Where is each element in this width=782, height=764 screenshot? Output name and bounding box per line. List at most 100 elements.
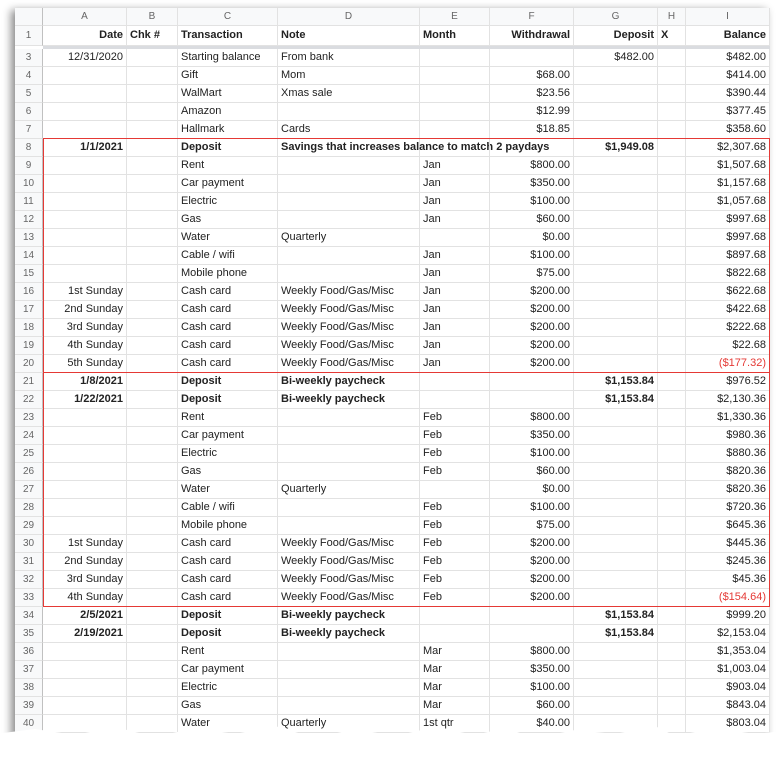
cell-month[interactable] (420, 607, 490, 625)
cell-date[interactable] (43, 103, 127, 121)
cell-note[interactable]: Weekly Food/Gas/Misc (278, 571, 420, 589)
cell-note[interactable]: Cards (278, 121, 420, 139)
cell-deposit[interactable] (574, 157, 658, 175)
cell-x[interactable] (658, 355, 686, 373)
cell-balance[interactable]: $843.04 (686, 697, 770, 715)
cell-date[interactable] (43, 193, 127, 211)
cell-month[interactable]: Jan (420, 355, 490, 373)
row-header[interactable]: 23 (15, 409, 43, 427)
cell-deposit[interactable] (574, 265, 658, 283)
cell-note[interactable]: Xmas sale (278, 85, 420, 103)
row-header[interactable]: 20 (15, 355, 43, 373)
cell-date[interactable]: 2nd Sunday (43, 553, 127, 571)
cell-withdrawal[interactable] (490, 391, 574, 409)
cell-month[interactable]: Mar (420, 697, 490, 715)
cell-note[interactable] (278, 247, 420, 265)
cell-x[interactable] (658, 67, 686, 85)
header-cell-transaction[interactable]: Transaction (178, 26, 278, 46)
cell-date[interactable]: 1st Sunday (43, 535, 127, 553)
cell-x[interactable] (658, 481, 686, 499)
cell-balance[interactable]: $390.44 (686, 85, 770, 103)
row-header[interactable]: 10 (15, 175, 43, 193)
cell-x[interactable] (658, 175, 686, 193)
cell-date[interactable]: 2/5/2021 (43, 607, 127, 625)
cell-chk[interactable] (127, 463, 178, 481)
cell-withdrawal[interactable] (490, 49, 574, 67)
cell-withdrawal[interactable] (490, 625, 574, 643)
column-header-g[interactable]: G (574, 8, 658, 26)
cell-month[interactable]: Feb (420, 427, 490, 445)
cell-month[interactable]: Feb (420, 445, 490, 463)
cell-note[interactable] (278, 103, 420, 121)
cell-note[interactable]: Weekly Food/Gas/Misc (278, 589, 420, 607)
cell-chk[interactable] (127, 139, 178, 157)
cell-withdrawal[interactable] (490, 607, 574, 625)
cell-month[interactable]: Jan (420, 175, 490, 193)
cell-deposit[interactable] (574, 175, 658, 193)
cell-x[interactable] (658, 463, 686, 481)
cell-note[interactable] (278, 409, 420, 427)
cell-x[interactable] (658, 139, 686, 157)
cell-withdrawal[interactable]: $800.00 (490, 157, 574, 175)
header-cell-note[interactable]: Note (278, 26, 420, 46)
row-header[interactable]: 35 (15, 625, 43, 643)
cell-date[interactable] (43, 517, 127, 535)
cell-month[interactable]: Mar (420, 679, 490, 697)
cell-chk[interactable] (127, 661, 178, 679)
cell-x[interactable] (658, 247, 686, 265)
cell-balance[interactable]: $2,130.36 (686, 391, 770, 409)
cell-month[interactable]: Feb (420, 589, 490, 607)
cell-withdrawal[interactable]: $100.00 (490, 445, 574, 463)
row-header[interactable]: 4 (15, 67, 43, 85)
cell-transaction[interactable]: Deposit (178, 625, 278, 643)
cell-balance[interactable]: $22.68 (686, 337, 770, 355)
row-header[interactable]: 26 (15, 463, 43, 481)
cell-withdrawal[interactable]: $75.00 (490, 517, 574, 535)
cell-balance[interactable]: $1,003.04 (686, 661, 770, 679)
cell-note[interactable] (278, 697, 420, 715)
cell-chk[interactable] (127, 247, 178, 265)
cell-month[interactable]: Jan (420, 193, 490, 211)
cell-transaction[interactable]: Deposit (178, 607, 278, 625)
cell-x[interactable] (658, 193, 686, 211)
cell-chk[interactable] (127, 679, 178, 697)
header-cell-x[interactable]: X (658, 26, 686, 46)
cell-note[interactable] (278, 193, 420, 211)
cell-note[interactable] (278, 661, 420, 679)
cell-deposit[interactable] (574, 85, 658, 103)
row-header[interactable]: 40 (15, 715, 43, 733)
cell-deposit[interactable] (574, 121, 658, 139)
cell-x[interactable] (658, 445, 686, 463)
cell-withdrawal[interactable]: $68.00 (490, 67, 574, 85)
cell-date[interactable]: 1/1/2021 (43, 139, 127, 157)
cell-deposit[interactable] (574, 247, 658, 265)
cell-transaction[interactable]: Cash card (178, 535, 278, 553)
row-header[interactable]: 5 (15, 85, 43, 103)
cell-transaction[interactable]: Rent (178, 409, 278, 427)
cell-x[interactable] (658, 535, 686, 553)
cell-transaction[interactable]: Cable / wifi (178, 247, 278, 265)
row-header[interactable]: 13 (15, 229, 43, 247)
cell-withdrawal[interactable]: $0.00 (490, 481, 574, 499)
cell-chk[interactable] (127, 499, 178, 517)
cell-month[interactable] (420, 85, 490, 103)
cell-note[interactable]: Quarterly (278, 715, 420, 733)
cell-date[interactable]: 4th Sunday (43, 589, 127, 607)
cell-chk[interactable] (127, 283, 178, 301)
row-header[interactable]: 24 (15, 427, 43, 445)
cell-month[interactable] (420, 139, 490, 157)
cell-balance[interactable]: $820.36 (686, 481, 770, 499)
cell-balance[interactable]: $2,153.04 (686, 625, 770, 643)
cell-note[interactable] (278, 499, 420, 517)
cell-transaction[interactable]: Gift (178, 67, 278, 85)
cell-transaction[interactable]: Car payment (178, 661, 278, 679)
cell-date[interactable] (43, 211, 127, 229)
cell-chk[interactable] (127, 445, 178, 463)
cell-month[interactable] (420, 67, 490, 85)
cell-deposit[interactable] (574, 445, 658, 463)
cell-date[interactable]: 2/19/2021 (43, 625, 127, 643)
cell-x[interactable] (658, 679, 686, 697)
row-header[interactable]: 14 (15, 247, 43, 265)
cell-deposit[interactable] (574, 643, 658, 661)
cell-withdrawal[interactable]: $350.00 (490, 427, 574, 445)
